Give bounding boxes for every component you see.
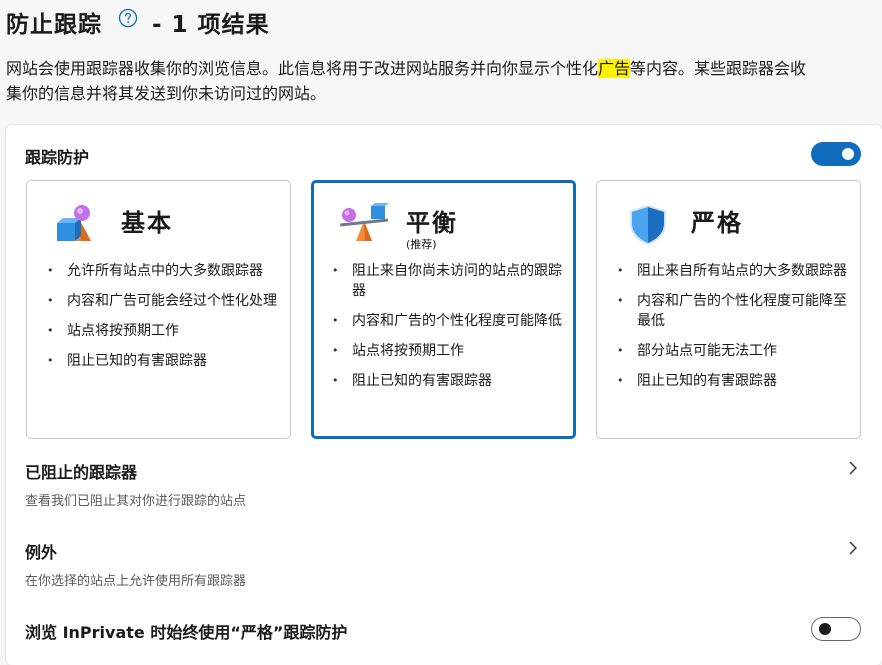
toggle-knob xyxy=(819,623,831,635)
list-item: 阻止已知的有害跟踪器 xyxy=(332,371,562,391)
card-balanced-subtitle: (推荐) xyxy=(406,238,437,251)
tracking-prevention-label: 跟踪防护 xyxy=(25,148,90,167)
list-item: 部分站点可能无法工作 xyxy=(617,341,847,361)
list-item: 阻止来自所有站点的大多数跟踪器 xyxy=(617,261,847,281)
list-item: 内容和广告的个性化程度可能降至最低 xyxy=(617,291,847,331)
card-basic[interactable]: 基本 允许所有站点中的大多数跟踪器 内容和广告可能会经过个性化处理 站点将按预期… xyxy=(26,180,291,439)
list-item: 允许所有站点中的大多数跟踪器 xyxy=(47,261,277,281)
tracking-prevention-panel: 跟踪防护 基本 允许所有站点中的大多数跟踪器 内容和广告可能会经过个性化处理 站… xyxy=(6,125,882,665)
description-part2: 等内容。某些跟踪器会收 xyxy=(630,59,807,78)
exceptions-desc: 在你选择的站点上允许使用所有跟踪器 xyxy=(25,574,247,589)
inprivate-label: 浏览 InPrivate 时始终使用“严格”跟踪防护 xyxy=(25,623,348,642)
list-item: 内容和广告的个性化程度可能降低 xyxy=(332,311,562,331)
exceptions-row[interactable]: 例外 在你选择的站点上允许使用所有跟踪器 xyxy=(6,530,882,595)
result-count: - 1 项结果 xyxy=(152,12,270,38)
blocked-trackers-row[interactable]: 已阻止的跟踪器 查看我们已阻止其对你进行跟踪的站点 xyxy=(6,450,882,515)
card-strict[interactable]: 严格 阻止来自所有站点的大多数跟踪器 内容和广告的个性化程度可能降至最低 部分站… xyxy=(596,180,861,439)
exceptions-title: 例外 xyxy=(25,543,58,562)
card-basic-bullets: 允许所有站点中的大多数跟踪器 内容和广告可能会经过个性化处理 站点将按预期工作 … xyxy=(47,261,277,381)
help-icon[interactable] xyxy=(118,8,138,28)
shapes-icon xyxy=(53,201,103,247)
scale-icon xyxy=(338,201,389,247)
card-balanced[interactable]: 平衡 (推荐) 阻止来自你尚未访问的站点的跟踪器 内容和广告的个性化程度可能降低… xyxy=(311,180,576,439)
toggle-knob xyxy=(842,148,854,160)
card-strict-bullets: 阻止来自所有站点的大多数跟踪器 内容和广告的个性化程度可能降至最低 部分站点可能… xyxy=(617,261,847,401)
card-balanced-bullets: 阻止来自你尚未访问的站点的跟踪器 内容和广告的个性化程度可能降低 站点将按预期工… xyxy=(332,261,562,401)
card-balanced-title: 平衡 xyxy=(406,209,458,237)
chevron-right-icon xyxy=(846,460,860,475)
search-highlight: 广告 xyxy=(598,59,631,78)
list-item: 内容和广告可能会经过个性化处理 xyxy=(47,291,277,311)
list-item: 阻止来自你尚未访问的站点的跟踪器 xyxy=(332,261,562,301)
card-strict-title: 严格 xyxy=(691,209,743,237)
chevron-right-icon xyxy=(846,540,860,555)
tracking-description: 网站会使用跟踪器收集你的浏览信息。此信息将用于改进网站服务并向你显示个性化广告等… xyxy=(6,56,882,106)
inprivate-strict-toggle[interactable] xyxy=(811,617,861,641)
page-header: 防止跟踪 - 1 项结果 xyxy=(6,4,270,40)
list-item: 阻止已知的有害跟踪器 xyxy=(617,371,847,391)
list-item: 阻止已知的有害跟踪器 xyxy=(47,351,277,371)
list-item: 站点将按预期工作 xyxy=(47,321,277,341)
blocked-trackers-desc: 查看我们已阻止其对你进行跟踪的站点 xyxy=(25,494,247,509)
tracking-prevention-toggle[interactable] xyxy=(811,142,861,166)
list-item: 站点将按预期工作 xyxy=(332,341,562,361)
description-part1: 网站会使用跟踪器收集你的浏览信息。此信息将用于改进网站服务并向你显示个性化 xyxy=(6,59,599,78)
card-basic-title: 基本 xyxy=(121,209,173,237)
page-title: 防止跟踪 xyxy=(6,12,102,38)
shield-icon xyxy=(623,201,673,247)
inprivate-row: 浏览 InPrivate 时始终使用“严格”跟踪防护 xyxy=(6,610,882,650)
blocked-trackers-title: 已阻止的跟踪器 xyxy=(25,463,138,482)
description-line2: 集你的信息并将其发送到你未访问过的网站。 xyxy=(6,84,327,103)
